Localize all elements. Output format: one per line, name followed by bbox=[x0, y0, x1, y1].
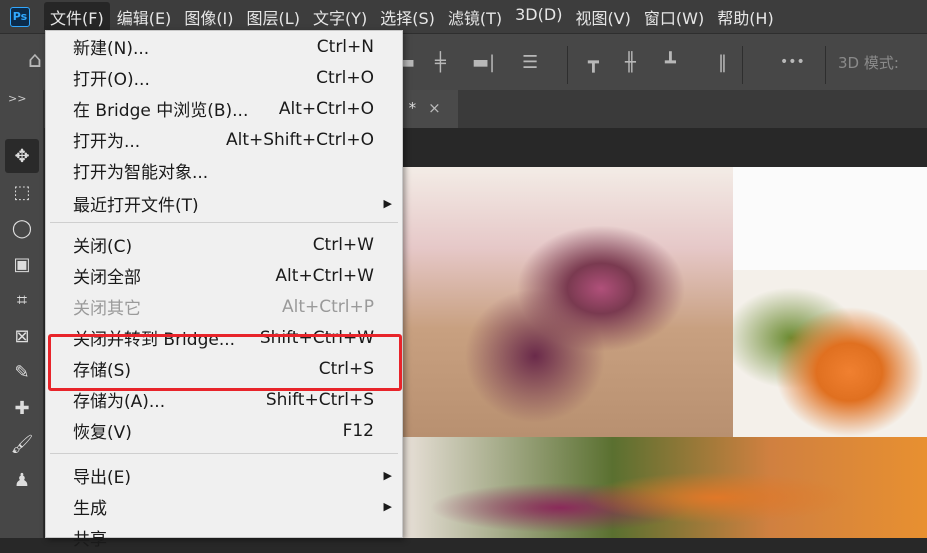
menu-item-shortcut: Ctrl+O bbox=[316, 67, 374, 88]
menu-1[interactable]: 编辑(E) bbox=[111, 2, 178, 32]
submenu-arrow-icon: ▶ bbox=[383, 197, 392, 210]
menu-7[interactable]: 3D(D) bbox=[509, 2, 568, 32]
align-hcenter-icon[interactable]: ╪ bbox=[435, 52, 446, 73]
align-vcenter-icon[interactable]: ╫ bbox=[625, 52, 636, 73]
object-select-tool-icon[interactable]: ▣ bbox=[5, 247, 39, 281]
stamp-tool-icon[interactable]: ♟ bbox=[5, 463, 39, 497]
menu-9[interactable]: 窗口(W) bbox=[638, 2, 710, 32]
tools-panel: >> ✥ ⬚ ◯ ▣ ⌗ ⊠ ✎ ✚ 🖌 ♟ bbox=[0, 90, 44, 538]
menu-item-shortcut: Shift+Ctrl+S bbox=[265, 389, 374, 410]
file-menu-item[interactable]: 新建(N)... Ctrl+N bbox=[46, 31, 402, 62]
menu-6[interactable]: 滤镜(T) bbox=[442, 2, 508, 32]
menu-item-label: 关闭其它 bbox=[73, 299, 141, 319]
file-menu-item[interactable]: 打开为... Alt+Shift+Ctrl+O bbox=[46, 124, 402, 155]
file-menu-item[interactable]: 生成 ▶ bbox=[46, 491, 402, 522]
menu-item-label: 关闭全部 bbox=[73, 268, 141, 288]
lasso-tool-icon[interactable]: ◯ bbox=[5, 211, 39, 245]
file-menu-item[interactable]: 打开为智能对象... bbox=[46, 155, 402, 186]
menu-item-label: 新建(N)... bbox=[73, 39, 150, 59]
menu-item-shortcut: Alt+Ctrl+W bbox=[275, 265, 374, 286]
menu-separator bbox=[50, 222, 398, 223]
file-menu-item[interactable]: 导出(E) ▶ bbox=[46, 460, 402, 491]
file-menu-item[interactable]: 关闭(C) Ctrl+W bbox=[46, 229, 402, 260]
photoshop-logo: Ps bbox=[10, 6, 30, 27]
menu-item-label: 打开为智能对象... bbox=[73, 163, 209, 183]
canvas-photo-flowers-top bbox=[403, 167, 733, 437]
more-options-icon[interactable]: ••• bbox=[780, 54, 805, 70]
collapse-panel-icon[interactable]: >> bbox=[0, 90, 43, 107]
brush-tool-icon[interactable]: 🖌 bbox=[5, 427, 39, 461]
menu-item-shortcut: Alt+Ctrl+P bbox=[281, 296, 374, 317]
menu-10[interactable]: 帮助(H) bbox=[711, 2, 780, 32]
align-bottom-icon[interactable]: ┻ bbox=[665, 52, 676, 73]
file-menu-item[interactable]: 在 Bridge 中浏览(B)... Alt+Ctrl+O bbox=[46, 93, 402, 124]
menu-item-label: 导出(E) bbox=[73, 468, 132, 488]
menu-item-label: 打开(O)... bbox=[73, 70, 150, 90]
menu-item-shortcut: Ctrl+W bbox=[312, 234, 374, 255]
align-top-icon[interactable]: ┳ bbox=[588, 52, 599, 73]
canvas-photo-flowers-bottom bbox=[403, 437, 927, 538]
menu-item-label: 最近打开文件(T) bbox=[73, 196, 199, 216]
menu-item-shortcut: Ctrl+N bbox=[316, 36, 374, 57]
submenu-arrow-icon: ▶ bbox=[383, 500, 392, 513]
3d-mode-label: 3D 模式: bbox=[838, 54, 899, 72]
menu-item-label: 打开为... bbox=[73, 132, 141, 152]
menu-2[interactable]: 图像(I) bbox=[178, 2, 239, 32]
canvas-photo-flowers-right bbox=[733, 270, 927, 440]
menu-item-label: 关闭(C) bbox=[73, 237, 133, 257]
menu-item-label: 生成 bbox=[73, 499, 107, 519]
menu-item-label: 在 Bridge 中浏览(B)... bbox=[73, 101, 249, 121]
menu-8[interactable]: 视图(V) bbox=[569, 2, 636, 32]
frame-tool-icon[interactable]: ⊠ bbox=[5, 319, 39, 353]
submenu-arrow-icon: ▶ bbox=[383, 469, 392, 482]
healing-brush-tool-icon[interactable]: ✚ bbox=[5, 391, 39, 425]
file-menu-item[interactable]: 关闭全部 Alt+Ctrl+W bbox=[46, 260, 402, 291]
home-icon[interactable]: ⌂ bbox=[28, 48, 42, 73]
highlight-box-save bbox=[48, 334, 402, 391]
menu-0[interactable]: 文件(F) bbox=[44, 1, 110, 32]
menu-item-label: 恢复(V) bbox=[73, 423, 132, 443]
menu-5[interactable]: 选择(S) bbox=[374, 2, 441, 32]
menu-separator bbox=[50, 453, 398, 454]
file-menu-item[interactable]: 关闭其它 Alt+Ctrl+P bbox=[46, 291, 402, 322]
menu-item-shortcut: Alt+Ctrl+O bbox=[278, 98, 374, 119]
align-right-icon[interactable]: ▬| bbox=[472, 52, 495, 73]
menubar: Ps 文件(F) 编辑(E) 图像(I) 图层(L) 文字(Y) 选择(S) 滤镜(T) 3D… bbox=[0, 0, 927, 33]
eyedropper-tool-icon[interactable]: ✎ bbox=[5, 355, 39, 389]
marquee-tool-icon[interactable]: ⬚ bbox=[5, 175, 39, 209]
file-menu-item[interactable]: 恢复(V) F12 bbox=[46, 415, 402, 446]
menu-4[interactable]: 文字(Y) bbox=[307, 2, 373, 32]
close-tab-icon[interactable]: × bbox=[428, 99, 441, 117]
distribute-vertical-icon[interactable]: ‖ bbox=[718, 52, 727, 73]
move-tool-icon[interactable]: ✥ bbox=[5, 139, 39, 173]
file-menu-dropdown: 新建(N)... Ctrl+N 打开(O)... Ctrl+O 在 Bridge 中浏览… bbox=[45, 30, 403, 550]
file-menu-item[interactable]: 打开(O)... Ctrl+O bbox=[46, 62, 402, 93]
menu-3[interactable]: 图层(L) bbox=[241, 2, 306, 32]
crop-tool-icon[interactable]: ⌗ bbox=[5, 283, 39, 317]
menu-item-shortcut: F12 bbox=[342, 420, 374, 441]
distribute-horizontal-icon[interactable]: ☰ bbox=[522, 52, 538, 73]
file-menu-item[interactable]: 最近打开文件(T) ▶ bbox=[46, 188, 402, 219]
menu-item-shortcut: Alt+Shift+Ctrl+O bbox=[225, 129, 374, 150]
